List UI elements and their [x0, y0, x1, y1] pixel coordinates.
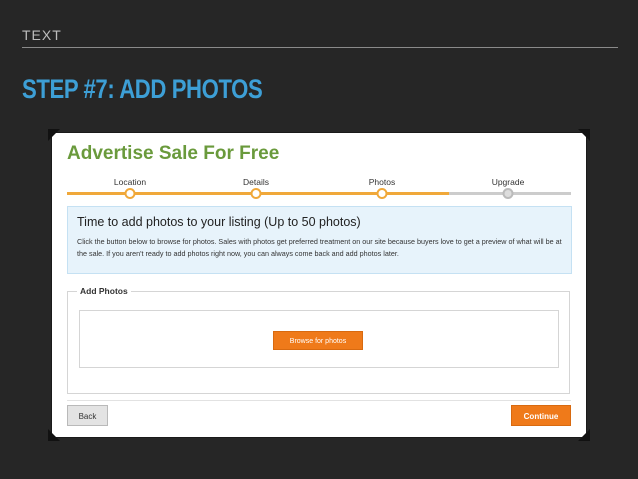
frame-corner — [578, 429, 590, 441]
info-text: Click the button below to browse for pho… — [77, 237, 562, 258]
step-location-dot — [124, 188, 136, 199]
browse-photos-button[interactable]: Browse for photos — [273, 331, 363, 350]
step-upgrade-label: Upgrade — [491, 177, 525, 187]
slide-tag: TEXT — [22, 27, 62, 43]
step-photos-dot — [376, 188, 388, 199]
step-details-label: Details — [243, 177, 269, 187]
step-photos-label: Photos — [368, 177, 396, 187]
back-button[interactable]: Back — [67, 405, 108, 426]
progress-steps: Location Details Photos Upgrade — [67, 176, 571, 200]
photo-dropzone[interactable]: Browse for photos — [79, 310, 559, 368]
add-photos-section: Add Photos Browse for photos — [67, 286, 570, 394]
info-heading: Time to add photos to your listing (Up t… — [77, 215, 361, 229]
step-upgrade-dot — [502, 188, 514, 199]
slide-title: STEP #7: ADD PHOTOS — [22, 74, 263, 104]
step-location-label: Location — [113, 177, 147, 187]
slide-divider — [22, 47, 618, 48]
page-title: Advertise Sale For Free — [67, 143, 280, 164]
step-details-dot — [250, 188, 262, 199]
info-panel: Time to add photos to your listing (Up t… — [67, 206, 572, 274]
frame-corner — [578, 129, 590, 141]
continue-button[interactable]: Continue — [511, 405, 571, 426]
frame-corner — [48, 129, 60, 141]
screenshot-frame: Advertise Sale For Free Location Details… — [48, 129, 590, 441]
frame-corner — [48, 429, 60, 441]
footer-divider — [67, 400, 571, 401]
add-photos-legend: Add Photos — [77, 286, 131, 296]
